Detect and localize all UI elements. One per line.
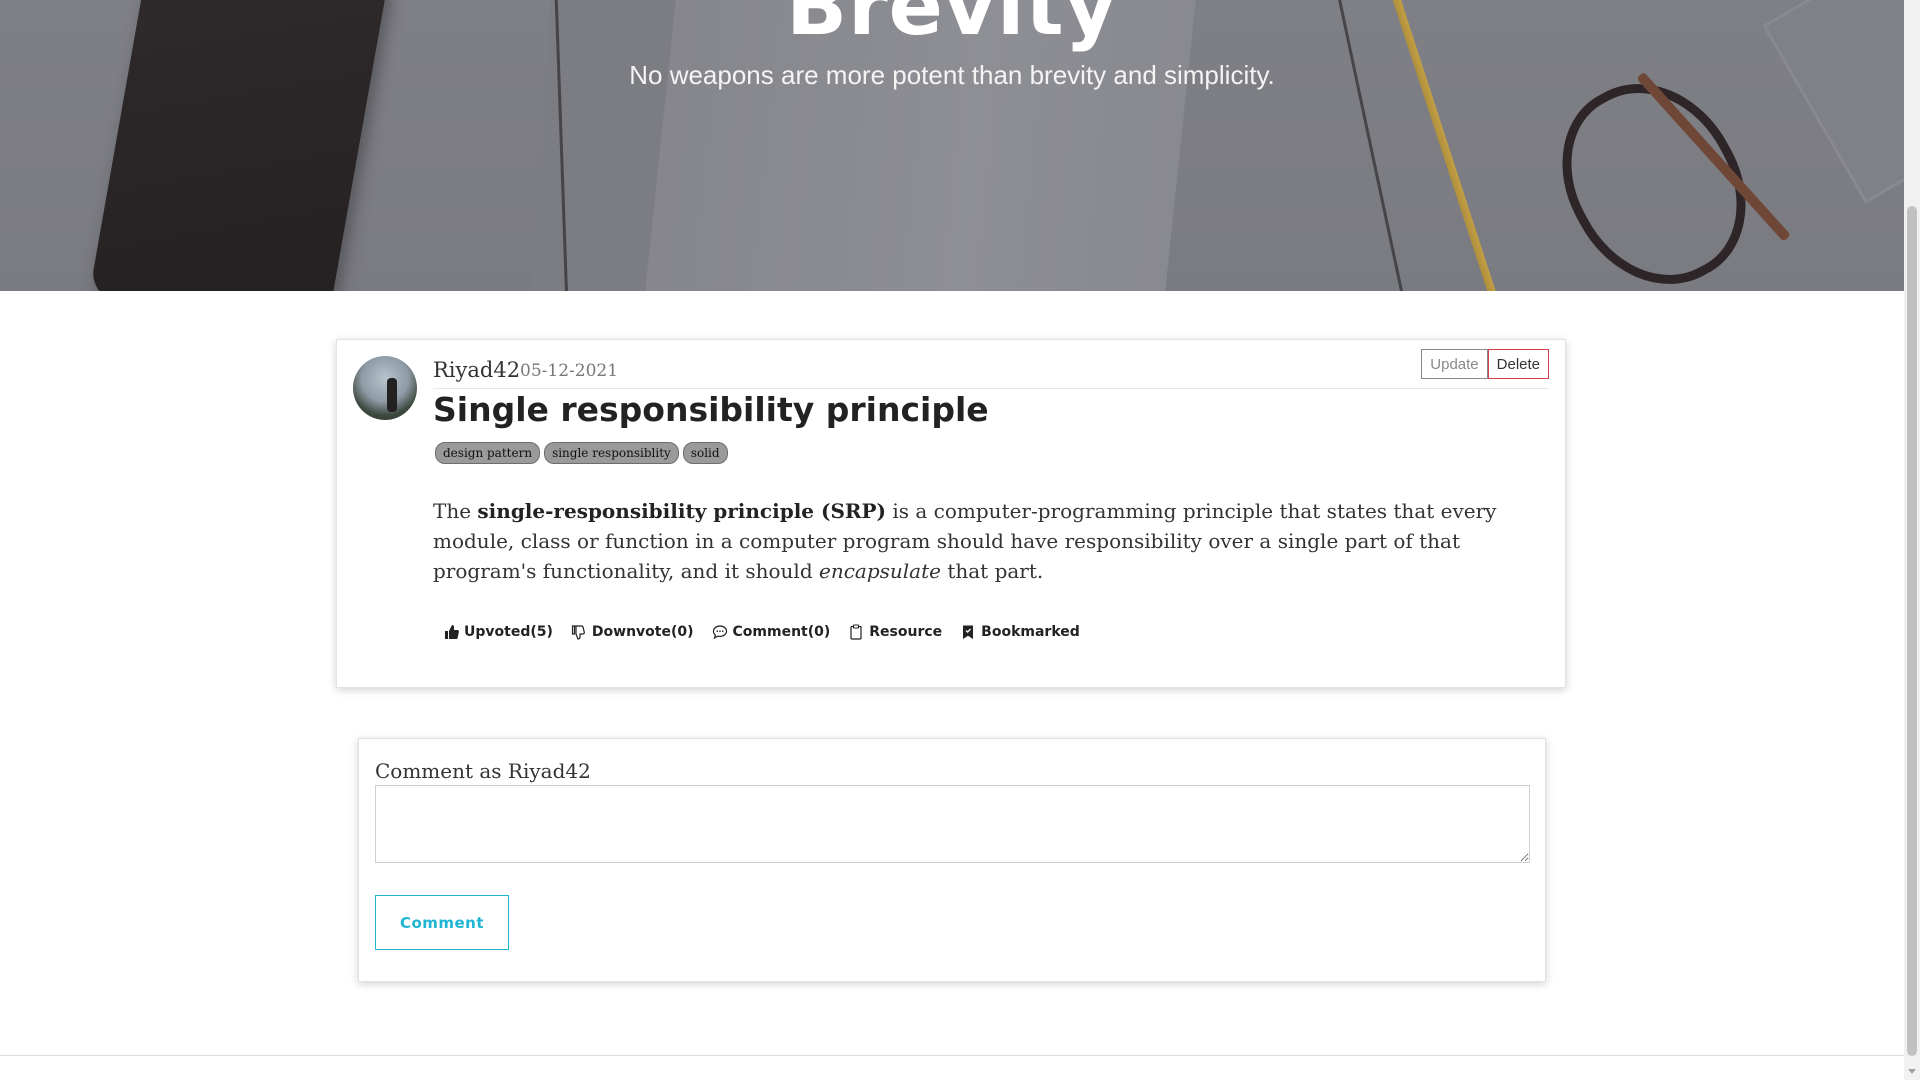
hero-banner: Brevity No weapons are more potent than … [0,0,1904,291]
bookmark-icon [963,625,974,639]
post-body-text: The [433,499,478,523]
tag[interactable]: single responsiblity [544,442,679,464]
comment-label: Comment as Riyad42 [375,759,591,783]
page-scrollbar[interactable] [1904,0,1920,1080]
upvote-button[interactable]: Upvoted(5) [443,624,553,640]
avatar-figure [387,378,397,412]
post-card: Riyad42 05-12-2021 Update Delete Single … [336,339,1566,688]
tag[interactable]: solid [682,442,728,464]
post-date: 05-12-2021 [520,361,619,381]
downvote-label: Downvote(0) [591,624,694,640]
comment-textarea[interactable] [375,785,1530,863]
tag-list: design pattern single responsiblity soli… [435,442,728,464]
scroll-down-arrow-icon[interactable] [1908,1069,1916,1074]
post-admin-buttons: Update Delete [1421,349,1549,379]
upvote-label: Upvoted(5) [464,624,553,640]
resource-label: Resource [869,624,943,640]
chat-icon [712,625,727,640]
hero-title: Brevity [786,0,1118,53]
post-body-italic: encapsulate [819,559,941,583]
comment-submit-button[interactable]: Comment [375,895,509,950]
footer-divider [0,1055,1904,1056]
thumbs-down-icon [571,625,585,640]
avatar[interactable] [353,356,417,420]
update-button[interactable]: Update [1421,349,1488,379]
comment-count-button[interactable]: Comment(0) [712,624,831,640]
tag[interactable]: design pattern [435,442,541,464]
post-actions: Upvoted(5) Downvote(0) Comment(0) Resour… [443,624,1080,640]
comment-count-label: Comment(0) [732,624,831,640]
post-title: Single responsibility principle [433,390,989,429]
clipboard-icon [850,624,862,640]
post-author[interactable]: Riyad42 [433,358,520,382]
bookmark-label: Bookmarked [981,624,1080,640]
downvote-button[interactable]: Downvote(0) [571,624,694,640]
delete-button[interactable]: Delete [1487,349,1549,379]
hero-subtitle: No weapons are more potent than brevity … [629,60,1275,90]
bookmark-button[interactable]: Bookmarked [960,624,1080,640]
post-body-bold: single-responsibility principle (SRP) [477,499,887,523]
resource-button[interactable]: Resource [848,624,942,640]
scrollbar-thumb[interactable] [1907,206,1917,1056]
post-body-text: that part. [940,559,1044,583]
comment-form-card: Comment as Riyad42 Comment [358,738,1546,982]
thumbs-up-icon [445,625,459,639]
post-header-divider [433,388,1549,389]
post-body: The single-responsibility principle (SRP… [433,496,1543,586]
